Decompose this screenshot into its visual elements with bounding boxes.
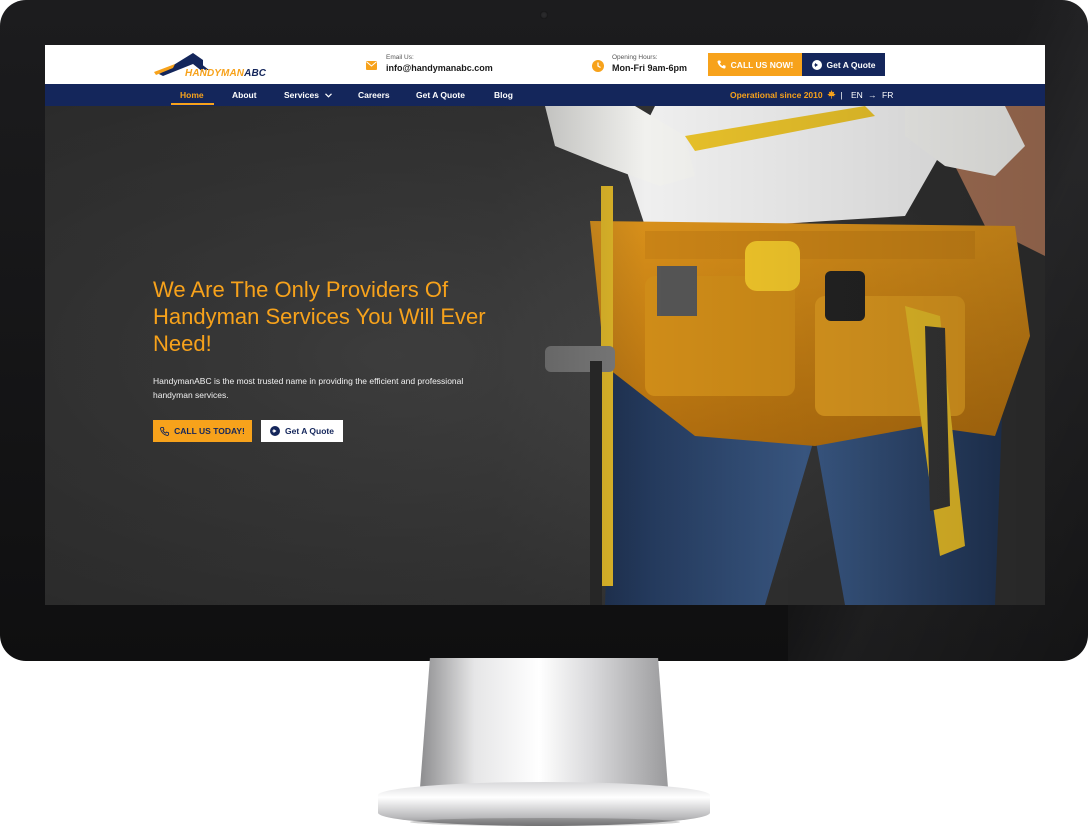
- nav-item-get-a-quote[interactable]: Get A Quote: [416, 84, 465, 106]
- get-quote-hero-button[interactable]: Get A Quote: [261, 420, 343, 442]
- hero-title: We Are The Only Providers Of Handyman Se…: [153, 277, 486, 356]
- email-label: Email Us:: [386, 54, 414, 61]
- maple-leaf-icon: [827, 90, 836, 99]
- call-us-today-label: CALL US TODAY!: [174, 426, 245, 436]
- main-nav: Home About Services Careers Get A Quote …: [45, 84, 1045, 106]
- get-quote-header-label: Get A Quote: [826, 59, 876, 70]
- top-header: HANDYMANABC Email Us: info@handymanabc.c…: [45, 45, 1045, 84]
- get-quote-hero-label: Get A Quote: [285, 426, 334, 436]
- operational-since-text: Operational since 2010: [730, 90, 823, 100]
- nav-item-blog[interactable]: Blog: [494, 84, 513, 106]
- logo[interactable]: HANDYMANABC: [153, 50, 273, 82]
- hours-info: Opening Hours: Mon-Fri 9am-6pm: [591, 53, 687, 75]
- nav-separator: |: [840, 90, 843, 100]
- lang-fr[interactable]: FR: [882, 90, 893, 100]
- hours-label: Opening Hours:: [612, 54, 658, 61]
- arrow-right-icon: →: [868, 90, 877, 100]
- call-us-today-button[interactable]: CALL US TODAY!: [153, 420, 252, 442]
- nav-item-services[interactable]: Services: [284, 84, 333, 106]
- nav-right-info: Operational since 2010 | EN → FR: [730, 84, 893, 106]
- email-link[interactable]: info@handymanabc.com: [386, 62, 493, 75]
- logo-text: HANDYMANABC: [185, 68, 266, 79]
- monitor-stand-neck: [420, 658, 668, 788]
- envelope-icon: [365, 59, 378, 72]
- monitor-stand-shadow: [410, 818, 680, 826]
- arrow-circle-icon: [811, 59, 822, 70]
- hours-value: Mon-Fri 9am-6pm: [612, 63, 688, 73]
- nav-active-indicator: [171, 103, 214, 105]
- phone-icon: [160, 426, 170, 436]
- phone-icon: [717, 60, 726, 69]
- nav-item-careers[interactable]: Careers: [358, 84, 390, 106]
- logo-text-accent: ABC: [244, 68, 267, 79]
- call-us-now-button[interactable]: CALL US NOW!: [708, 53, 802, 76]
- webcam-icon: [540, 11, 548, 19]
- email-info: Email Us: info@handymanabc.com: [365, 53, 493, 75]
- website-screen: HANDYMANABC Email Us: info@handymanabc.c…: [45, 45, 1045, 605]
- call-us-now-label: CALL US NOW!: [730, 59, 794, 70]
- logo-text-main: HANDYMAN: [185, 68, 245, 79]
- arrow-circle-icon: [270, 426, 281, 436]
- nav-item-services-label: Services: [284, 90, 319, 100]
- chevron-down-icon: [325, 93, 333, 98]
- hero-section: We Are The Only Providers Of Handyman Se…: [45, 106, 1045, 605]
- clock-icon: [591, 59, 604, 72]
- lang-en[interactable]: EN: [851, 90, 863, 100]
- get-quote-header-button[interactable]: Get A Quote: [802, 53, 885, 76]
- nav-item-about[interactable]: About: [232, 84, 257, 106]
- hero-description: HandymanABC is the most trusted name in …: [153, 376, 464, 400]
